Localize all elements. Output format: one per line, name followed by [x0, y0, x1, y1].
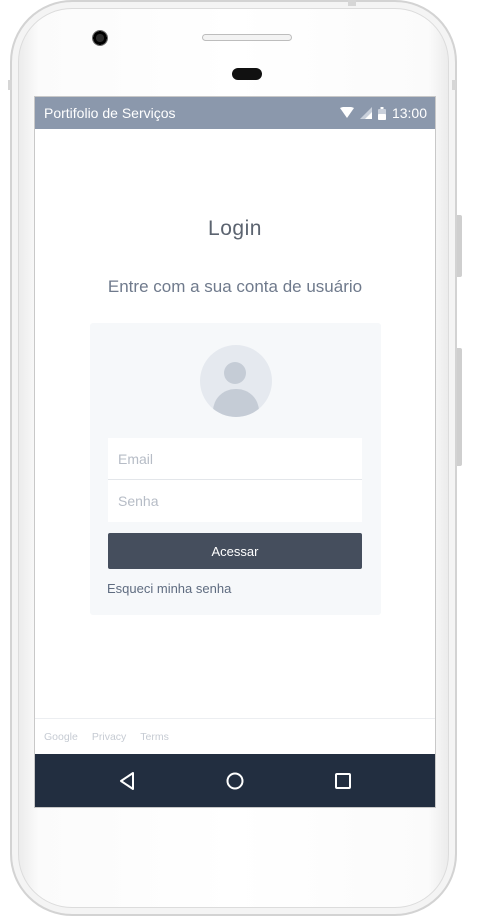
back-icon[interactable]: [107, 761, 147, 801]
clock: 13:00: [391, 105, 427, 121]
forgot-password-link[interactable]: Esqueci minha senha: [107, 581, 231, 596]
frame-notch-right: [452, 80, 456, 90]
user-avatar-icon: [200, 345, 272, 417]
top-button: [348, 0, 356, 6]
footer-link-google[interactable]: Google: [44, 731, 78, 743]
navigation-bar: [35, 754, 435, 807]
front-camera: [92, 30, 108, 46]
page-title: Login: [208, 217, 262, 240]
login-card: Acessar Esqueci minha senha: [90, 323, 381, 615]
recents-icon[interactable]: [323, 761, 363, 801]
volume-button[interactable]: [457, 348, 462, 466]
status-bar: Portifolio de Serviços 13:00: [35, 97, 435, 129]
password-field[interactable]: [108, 480, 362, 522]
earpiece-speaker: [202, 34, 292, 41]
login-button[interactable]: Acessar: [108, 533, 362, 569]
proximity-sensor: [232, 68, 262, 80]
status-icons: 13:00: [339, 105, 427, 121]
footer: Google Privacy Terms: [35, 718, 435, 754]
app-title: Portifolio de Serviços: [44, 105, 176, 121]
footer-link-privacy[interactable]: Privacy: [92, 731, 126, 743]
signal-icon: [359, 107, 372, 119]
battery-icon: [377, 106, 386, 120]
frame-notch-left: [8, 80, 12, 90]
home-icon[interactable]: [215, 761, 255, 801]
wifi-icon: [339, 107, 354, 119]
device-screen: Portifolio de Serviços 13:00 Login Entre…: [34, 96, 436, 808]
power-button[interactable]: [457, 215, 462, 277]
avatar-body: [213, 389, 259, 417]
avatar-head: [224, 362, 246, 384]
page-subtitle: Entre com a sua conta de usuário: [107, 277, 363, 296]
email-field[interactable]: [108, 438, 362, 480]
footer-link-terms[interactable]: Terms: [140, 731, 169, 743]
